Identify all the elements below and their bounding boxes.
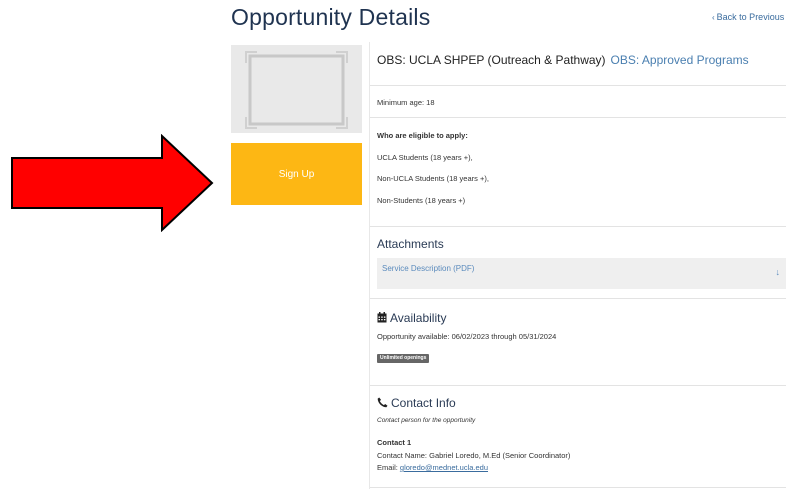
chevron-left-icon: ‹ (712, 13, 715, 22)
minimum-age: Minimum age: 18 (377, 98, 435, 107)
back-label: Back to Previous (716, 12, 785, 22)
contact-name: Contact Name: Gabriel Loredo, M.Ed (Seni… (377, 451, 571, 460)
divider (370, 385, 786, 386)
email-label: Email: (377, 463, 400, 472)
back-to-previous-link[interactable]: ‹ Back to Previous (712, 12, 784, 22)
divider (370, 487, 786, 488)
image-placeholder-icon (245, 51, 348, 129)
unlimited-openings-badge: Unlimited openings (377, 354, 430, 363)
sign-up-button[interactable]: Sign Up (231, 143, 362, 205)
page-title: Opportunity Details (231, 4, 431, 30)
content-left-border (369, 42, 370, 489)
eligibility-item: Non-Students (18 years +) (377, 196, 466, 205)
opportunity-title: OBS: UCLA SHPEP (Outreach & Pathway) OBS:… (377, 53, 749, 67)
calendar-icon (377, 312, 387, 323)
availability-dates: Opportunity available: 06/02/2023 throug… (377, 332, 557, 341)
availability-title: Availability (390, 311, 447, 325)
eligibility-item: Non-UCLA Students (18 years +), (377, 174, 489, 183)
opportunity-name: OBS: UCLA SHPEP (Outreach & Pathway) (377, 53, 606, 67)
divider (370, 298, 786, 299)
contact-label: Contact 1 (377, 438, 412, 447)
contact-subtitle: Contact person for the opportunity (377, 417, 476, 424)
eligibility-item: UCLA Students (18 years +), (377, 153, 473, 162)
contact-title: Contact Info (391, 396, 456, 410)
contact-email-line: Email: gloredo@mednet.ucla.edu (377, 463, 488, 472)
availability-heading: Availability (377, 311, 446, 325)
download-arrow-icon[interactable]: ↓ (776, 267, 781, 277)
attachment-row[interactable]: Service Description (PDF) ↓ (377, 258, 786, 289)
contact-email-link[interactable]: gloredo@mednet.ucla.edu (400, 463, 488, 472)
opportunity-image-placeholder (231, 45, 362, 133)
approved-programs-link[interactable]: OBS: Approved Programs (611, 53, 749, 67)
contact-heading: Contact Info (377, 396, 456, 410)
attachments-heading: Attachments (377, 237, 444, 251)
divider (370, 226, 786, 227)
red-arrow-annotation-icon (11, 134, 214, 232)
service-description-link[interactable]: Service Description (PDF) (382, 264, 474, 273)
divider (370, 85, 786, 86)
divider (370, 117, 786, 118)
eligibility-heading: Who are eligible to apply: (377, 131, 468, 140)
phone-icon (377, 397, 388, 408)
